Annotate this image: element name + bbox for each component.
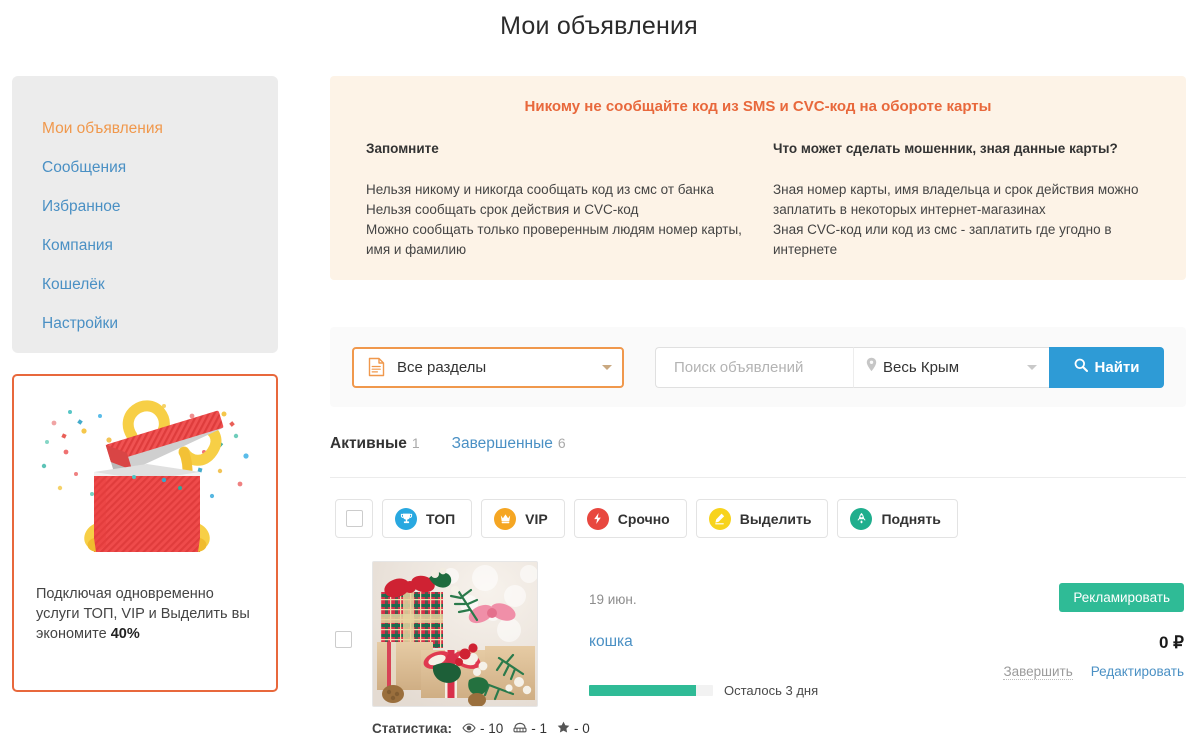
sidebar-item-label: Сообщения xyxy=(42,159,127,176)
action-vip-button[interactable]: VIP xyxy=(481,499,565,538)
region-select[interactable]: Весь Крым xyxy=(853,346,1049,388)
tab-active-ads[interactable]: Активные 1 xyxy=(330,435,420,453)
checkbox-box xyxy=(345,510,363,527)
rocket-icon xyxy=(850,507,873,530)
listing-title[interactable]: кошка xyxy=(589,633,976,651)
sidebar-item-label: Настройки xyxy=(42,315,119,332)
sidebar-item-my-ads[interactable]: Мои объявления xyxy=(12,109,278,148)
main-column: Никому не сообщайте код из SMS и CVC-код… xyxy=(330,0,1186,736)
lightning-icon xyxy=(586,507,609,530)
crown-icon xyxy=(494,507,517,530)
select-all-checkbox[interactable] xyxy=(335,499,373,538)
listing-thumbnail[interactable] xyxy=(372,561,538,707)
sidebar-item-favorites[interactable]: Избранное xyxy=(12,187,278,226)
listing-links: Завершить Редактировать xyxy=(976,664,1184,680)
listing-action-column: Рекламировать 0 ₽ Завершить Редактироват… xyxy=(976,561,1186,736)
action-label: ТОП xyxy=(426,510,456,527)
search-group: Весь Крым Найти xyxy=(655,346,1164,388)
promo-highlight: 40% xyxy=(110,626,140,642)
christmas-gifts-photo xyxy=(373,562,537,706)
edit-link[interactable]: Редактировать xyxy=(1091,664,1184,680)
stat-calls: - 1 xyxy=(513,721,547,736)
listing-info-column: 19 июн. кошка Осталось 3 дня xyxy=(562,561,976,736)
tab-completed-ads[interactable]: Завершенные 6 xyxy=(452,435,566,453)
sidebar-item-settings[interactable]: Настройки xyxy=(12,304,278,343)
my-ads-page: Мои объявления Мои объявления Сообщения … xyxy=(0,0,1198,748)
action-label: VIP xyxy=(525,510,548,527)
gift-box-svg xyxy=(41,400,249,552)
progress-fill xyxy=(589,685,696,696)
category-select[interactable]: Все разделы xyxy=(352,346,624,388)
eye-icon xyxy=(462,721,476,736)
sidebar-item-messages[interactable]: Сообщения xyxy=(12,148,278,187)
tab-count: 6 xyxy=(557,435,566,451)
location-pin-icon xyxy=(866,357,877,377)
warning-right-heading: Что может сделать мошенник, зная данные … xyxy=(773,141,1118,156)
stat-views: - 10 xyxy=(462,721,503,736)
listing-thumb-column: Статистика: - 10 - 1 - 0 xyxy=(372,561,590,736)
search-panel: Все разделы Весь Крым xyxy=(330,327,1186,407)
warning-right-body: Зная номер карты, имя владельца и срок д… xyxy=(773,182,1139,257)
stat-value: - 1 xyxy=(531,721,547,736)
checkbox-box xyxy=(335,631,352,648)
marker-icon xyxy=(708,507,731,530)
action-highlight-button[interactable]: Выделить xyxy=(695,499,829,538)
sidebar-item-company[interactable]: Компания xyxy=(12,226,278,265)
stat-value: - 10 xyxy=(479,721,504,736)
warning-title: Никому не сообщайте код из SMS и CVC-код… xyxy=(524,98,992,115)
listing-tabs: Активные 1 Завершенные 6 xyxy=(330,435,1186,478)
sidebar: Мои объявления Сообщения Избранное Компа… xyxy=(12,76,278,353)
trophy-icon xyxy=(395,507,417,530)
action-urgent-button[interactable]: Срочно xyxy=(573,499,687,538)
phone-icon xyxy=(513,721,527,736)
listing-date: 19 июн. xyxy=(589,592,637,607)
warning-columns: Запомните Нельзя никому и никогда сообща… xyxy=(366,141,1150,260)
tab-label: Завершенные xyxy=(451,435,553,452)
sidebar-item-label: Кошелёк xyxy=(42,276,105,293)
gift-box-body xyxy=(94,464,200,552)
listing-statistics: Статистика: - 10 - 1 - 0 xyxy=(372,721,590,736)
listing-row: Статистика: - 10 - 1 - 0 19 июн. кошка О… xyxy=(330,561,1186,736)
gift-box-illustration xyxy=(14,376,276,581)
progress-track xyxy=(589,685,713,696)
progress-text: Осталось 3 дня xyxy=(724,683,819,698)
action-label: Поднять xyxy=(881,510,941,527)
chevron-down-icon xyxy=(1027,364,1037,370)
action-top-button[interactable]: ТОП xyxy=(382,499,473,538)
chevron-down-icon xyxy=(602,364,612,370)
action-label: Выделить xyxy=(739,510,812,527)
listing-price: 0 ₽ xyxy=(1159,633,1184,652)
finish-link[interactable]: Завершить xyxy=(1003,664,1073,680)
region-select-value: Весь Крым xyxy=(883,358,960,376)
search-button[interactable]: Найти xyxy=(1049,346,1164,388)
search-button-label: Найти xyxy=(1094,358,1140,376)
sidebar-item-wallet[interactable]: Кошелёк xyxy=(12,265,278,304)
action-label: Срочно xyxy=(617,510,670,527)
sidebar-item-label: Компания xyxy=(42,237,113,254)
promo-text-main: Подключая одновременно услуги ТОП, VIP и… xyxy=(36,586,250,642)
sidebar-nav: Мои объявления Сообщения Избранное Компа… xyxy=(12,76,278,343)
warning-column-right: Что может сделать мошенник, зная данные … xyxy=(773,141,1150,260)
warning-column-left: Запомните Нельзя никому и никогда сообща… xyxy=(366,141,743,260)
action-raise-button[interactable]: Поднять xyxy=(837,499,958,538)
search-input-wrap xyxy=(655,346,853,388)
promo-card[interactable]: Подключая одновременно услуги ТОП, VIP и… xyxy=(12,374,278,692)
promo-text: Подключая одновременно услуги ТОП, VIP и… xyxy=(36,584,260,644)
tab-count: 1 xyxy=(411,435,420,451)
listing-checkbox[interactable] xyxy=(335,561,372,736)
warning-left-body: Нельзя никому и никогда сообщать код из … xyxy=(366,182,742,257)
listing-progress: Осталось 3 дня xyxy=(589,683,976,698)
warning-left-heading: Запомните xyxy=(366,141,439,156)
bulk-action-toolbar: ТОП VIP Срочно Выделить Поднять xyxy=(330,499,1186,538)
category-select-value: Все разделы xyxy=(397,358,487,376)
security-warning-banner: Никому не сообщайте код из SMS и CVC-код… xyxy=(330,76,1186,280)
statistics-label: Статистика: xyxy=(372,721,452,736)
search-input[interactable] xyxy=(672,357,837,377)
sidebar-item-label: Мои объявления xyxy=(42,120,163,137)
tab-label: Активные xyxy=(330,435,407,452)
search-icon xyxy=(1074,358,1088,376)
sidebar-item-label: Избранное xyxy=(42,198,121,215)
document-icon xyxy=(368,357,385,377)
promote-button[interactable]: Рекламировать xyxy=(1059,583,1184,612)
